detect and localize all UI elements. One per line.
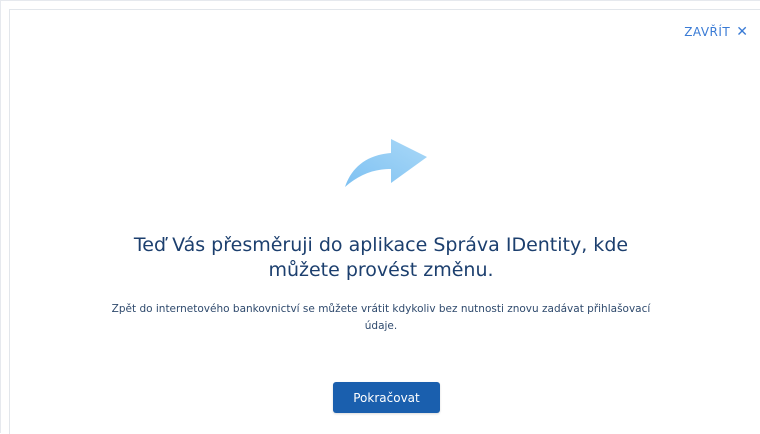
redirect-dialog: ZAVŘÍT ✕ Teď Vás přesměruji do aplikace … (0, 0, 760, 434)
dialog-left-border (9, 9, 10, 434)
dialog-subtext: Zpět do internetového bankovnictví se mů… (111, 303, 651, 332)
dialog-top-border (9, 9, 760, 10)
redirect-arrow-icon (343, 125, 429, 189)
close-icon: ✕ (736, 24, 748, 40)
close-button[interactable]: ZAVŘÍT ✕ (684, 25, 748, 39)
close-label: ZAVŘÍT (684, 25, 731, 39)
continue-button[interactable]: Pokračovat (333, 382, 440, 413)
dialog-heading: Teď Vás přesměruji do aplikace Správa ID… (133, 234, 629, 281)
